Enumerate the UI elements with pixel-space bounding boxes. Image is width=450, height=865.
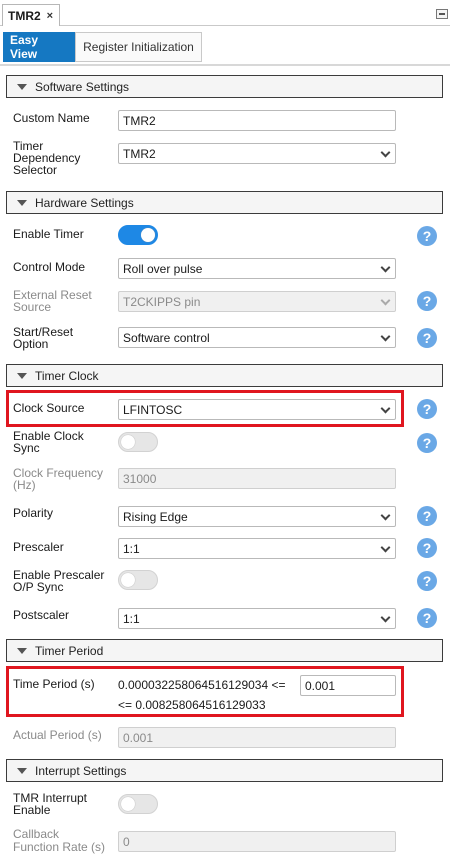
external-reset-value: T2CKIPPS pin — [123, 294, 201, 309]
section-title: Software Settings — [35, 79, 130, 94]
chevron-down-icon — [380, 331, 391, 342]
actual-period-label: Actual Period (s) — [13, 728, 102, 742]
help-icon[interactable]: ? — [417, 608, 437, 628]
external-reset-label-line2: Source — [13, 300, 52, 314]
toggle-knob — [141, 228, 155, 242]
help-icon[interactable]: ? — [417, 538, 437, 558]
section-timer-period[interactable]: Timer Period — [6, 639, 443, 662]
prescaler-value: 1:1 — [123, 541, 140, 556]
clock-source-select[interactable]: LFINTOSC — [118, 399, 396, 420]
section-hardware-settings[interactable]: Hardware Settings — [6, 191, 443, 214]
chevron-down-icon — [380, 295, 391, 306]
chevron-down-icon — [380, 262, 391, 273]
tmr-interrupt-label-line2: Enable — [13, 803, 51, 817]
help-icon[interactable]: ? — [417, 506, 437, 526]
external-reset-select: T2CKIPPS pin — [118, 291, 396, 312]
custom-name-value: TMR2 — [123, 113, 156, 128]
toggle-knob — [121, 435, 135, 449]
postscaler-label: Postscaler — [13, 608, 70, 622]
time-period-max: <= 0.008258064516129033 — [118, 698, 266, 712]
help-icon[interactable]: ? — [417, 226, 437, 246]
dependency-selector-select[interactable]: TMR2 — [118, 143, 396, 164]
collapse-triangle-icon — [17, 199, 27, 206]
tab-tmr2[interactable]: TMR2 × — [2, 4, 60, 26]
help-icon[interactable]: ? — [417, 328, 437, 348]
section-title: Timer Clock — [35, 368, 99, 383]
control-mode-label: Control Mode — [13, 260, 86, 274]
clock-frequency-input: 31000 — [118, 468, 396, 489]
callback-rate-value: 0 — [123, 834, 130, 849]
prescaler-label: Prescaler — [13, 540, 64, 554]
actual-period-value: 0.001 — [123, 730, 154, 745]
callback-rate-label-line1: Callback — [13, 827, 60, 841]
tabs-divider — [0, 64, 450, 66]
postscaler-value: 1:1 — [123, 611, 140, 626]
section-title: Hardware Settings — [35, 195, 134, 210]
actual-period-input: 0.001 — [118, 727, 396, 748]
tmr-interrupt-toggle[interactable] — [118, 794, 158, 814]
chevron-down-icon — [380, 403, 391, 414]
toggle-knob — [121, 573, 135, 587]
help-icon[interactable]: ? — [417, 291, 437, 311]
postscaler-select[interactable]: 1:1 — [118, 608, 396, 629]
section-interrupt-settings[interactable]: Interrupt Settings — [6, 759, 443, 782]
time-period-input[interactable]: 0.001 — [300, 675, 396, 696]
control-mode-select[interactable]: Roll over pulse — [118, 258, 396, 279]
clock-source-label: Clock Source — [13, 401, 85, 415]
help-icon[interactable]: ? — [417, 433, 437, 453]
help-icon[interactable]: ? — [417, 571, 437, 591]
chevron-down-icon — [380, 147, 391, 158]
section-timer-clock[interactable]: Timer Clock — [6, 364, 443, 387]
start-reset-label-line2: Option — [13, 337, 49, 351]
close-icon[interactable]: × — [47, 10, 53, 22]
prescaler-sync-label-line2: O/P Sync — [13, 580, 64, 594]
clock-frequency-label-line2: (Hz) — [13, 478, 36, 492]
enable-timer-label: Enable Timer — [13, 227, 84, 241]
dependency-label-line3: Selector — [13, 163, 58, 177]
document-tab-bar: TMR2 × — [0, 0, 450, 26]
tab-title: TMR2 — [8, 8, 41, 23]
prescaler-select[interactable]: 1:1 — [118, 538, 396, 559]
callback-rate-input: 0 — [118, 831, 396, 852]
chevron-down-icon — [380, 510, 391, 521]
time-period-label: Time Period (s) — [13, 677, 95, 691]
section-title: Interrupt Settings — [35, 763, 127, 778]
help-icon[interactable]: ? — [417, 399, 437, 419]
minimize-icon[interactable] — [436, 9, 448, 19]
collapse-triangle-icon — [17, 767, 27, 774]
section-title: Timer Period — [35, 643, 104, 658]
polarity-label: Polarity — [13, 506, 54, 520]
time-period-min: 0.000032258064516129034 <= — [118, 678, 286, 692]
enable-timer-toggle[interactable] — [118, 225, 158, 245]
prescaler-sync-toggle[interactable] — [118, 570, 158, 590]
start-reset-value: Software control — [123, 330, 210, 345]
clock-sync-label-line2: Sync — [13, 441, 40, 455]
clock-frequency-value: 31000 — [123, 471, 157, 486]
start-reset-select[interactable]: Software control — [118, 327, 396, 348]
collapse-triangle-icon — [17, 83, 27, 90]
polarity-value: Rising Edge — [123, 509, 188, 524]
custom-name-label: Custom Name — [13, 111, 90, 125]
tab-register-initialization[interactable]: Register Initialization — [75, 32, 202, 62]
collapse-triangle-icon — [17, 372, 27, 379]
section-software-settings[interactable]: Software Settings — [6, 75, 443, 98]
control-mode-value: Roll over pulse — [123, 261, 203, 276]
clock-sync-toggle[interactable] — [118, 432, 158, 452]
clock-source-value: LFINTOSC — [123, 402, 183, 417]
view-tabs: Easy View Register Initialization — [3, 32, 202, 62]
chevron-down-icon — [380, 612, 391, 623]
custom-name-input[interactable]: TMR2 — [118, 110, 396, 131]
dependency-selector-value: TMR2 — [123, 146, 156, 161]
callback-rate-label-line2: Function Rate (s) — [13, 840, 106, 854]
toggle-knob — [121, 797, 135, 811]
collapse-triangle-icon — [17, 647, 27, 654]
tab-easy-view[interactable]: Easy View — [3, 32, 75, 62]
chevron-down-icon — [380, 542, 391, 553]
time-period-value: 0.001 — [305, 678, 336, 693]
polarity-select[interactable]: Rising Edge — [118, 506, 396, 527]
